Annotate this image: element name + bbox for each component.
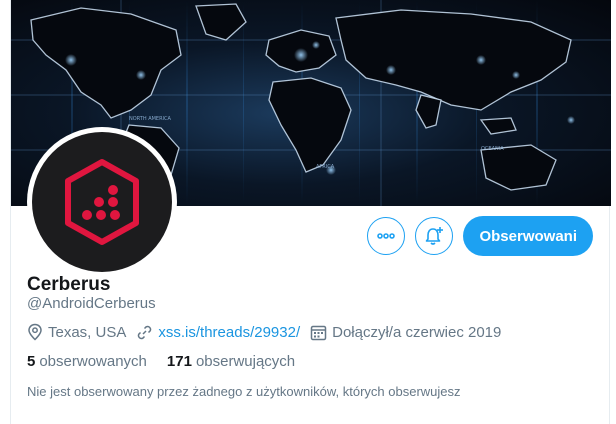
profile-actions: Obserwowani [367, 216, 593, 256]
hexagon-dice-logo-icon [65, 159, 139, 245]
profile-handle: @AndroidCerberus [27, 295, 156, 312]
joined-item: Dołączył/a czerwiec 2019 [310, 324, 501, 341]
profile-meta: Texas, USA xss.is/threads/29932/ Dołączy… [27, 323, 511, 341]
location-item: Texas, USA [27, 323, 126, 341]
followers-count: 171 [166, 353, 192, 370]
followers-label: obserwujących [195, 353, 296, 370]
notifications-button[interactable] [415, 217, 454, 255]
following-count: 5 [27, 353, 36, 370]
bell-plus-icon [426, 227, 444, 245]
more-button[interactable] [367, 217, 406, 255]
more-dots-icon [377, 233, 396, 239]
profile-card: NORTH AMERICA AFRICA OCEANIA Obserwowani… [10, 0, 611, 424]
website-item: xss.is/threads/29932/ [136, 324, 300, 341]
calendar-icon [310, 325, 327, 340]
profile-stats: 5 obserwowanych 171 obserwujących [27, 353, 315, 370]
followers-stat[interactable]: 171 obserwujących [167, 353, 295, 370]
svg-text:NORTH AMERICA: NORTH AMERICA [129, 116, 172, 122]
svg-text:OCEANIA: OCEANIA [481, 146, 504, 152]
avatar-image [32, 132, 172, 272]
followers-you-know-note: Nie jest obserwowany przez żadnego z uży… [27, 384, 461, 399]
following-button[interactable]: Obserwowani [463, 216, 593, 256]
joined-text: Dołączył/a czerwiec 2019 [332, 323, 502, 341]
following-label: obserwowanych [39, 353, 147, 370]
following-stat[interactable]: 5 obserwowanych [27, 353, 147, 370]
svg-text:AFRICA: AFRICA [316, 164, 335, 170]
profile-name: Cerberus [27, 274, 111, 295]
website-link[interactable]: xss.is/threads/29932/ [158, 324, 300, 341]
location-pin-icon [28, 323, 42, 341]
avatar[interactable] [27, 127, 177, 277]
location-text: Texas, USA [48, 323, 127, 341]
link-icon [138, 325, 152, 339]
